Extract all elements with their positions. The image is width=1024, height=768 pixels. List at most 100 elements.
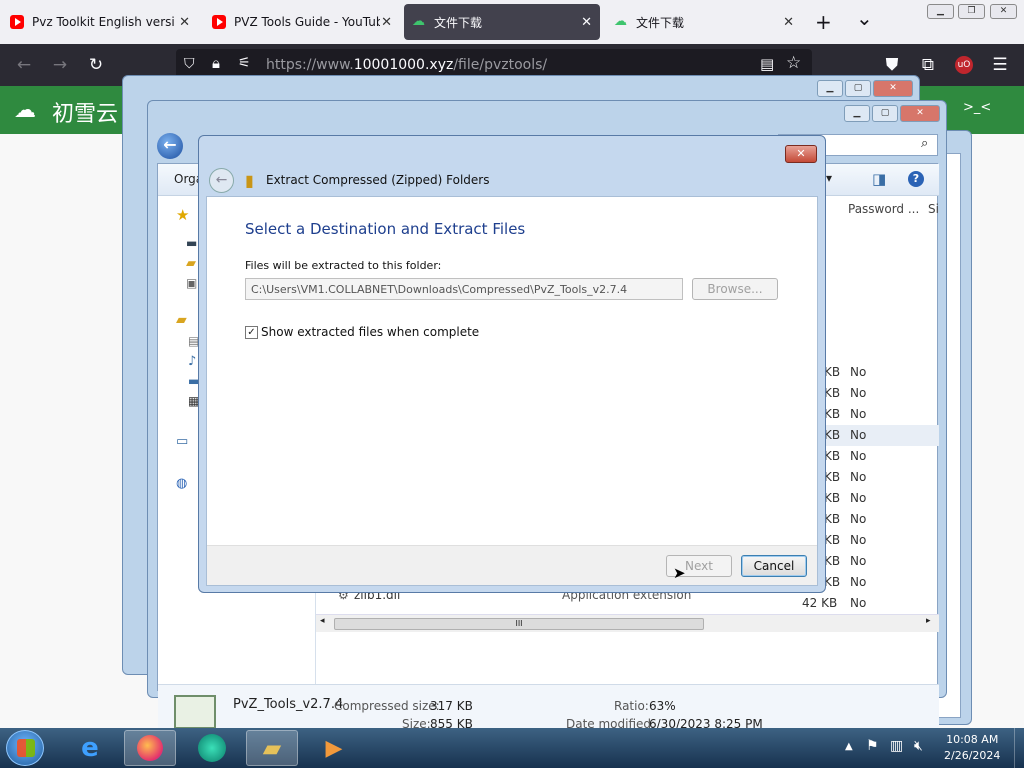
maximize-button[interactable]: ▢ xyxy=(845,80,871,97)
tab-pvz-tools-guide[interactable]: PVZ Tools Guide - YouTube ✕ xyxy=(204,4,400,40)
permissions-icon[interactable]: ⚟ xyxy=(238,55,251,71)
show-hidden-icons[interactable]: ▲ xyxy=(845,741,853,752)
bookmark-star-icon[interactable]: ☆ xyxy=(786,53,801,73)
row-size: KB xyxy=(824,386,841,400)
dialog-title: Extract Compressed (Zipped) Folders xyxy=(266,173,490,187)
row-size: KB xyxy=(824,407,841,421)
wizard-back-icon[interactable]: ← xyxy=(209,168,234,193)
computer-icon[interactable]: ▭ xyxy=(176,434,188,449)
system-clock[interactable]: 10:08 AM 2/26/2024 xyxy=(944,732,1000,764)
windows-logo-icon xyxy=(17,739,35,757)
horizontal-scrollbar[interactable]: ◂ III ▸ xyxy=(316,614,939,632)
back-icon[interactable]: ← xyxy=(12,53,36,77)
menu-icon[interactable]: ☰ xyxy=(988,53,1012,77)
browse-button[interactable]: Browse... xyxy=(692,278,778,300)
lock-icon[interactable]: 🔒︎ xyxy=(212,54,220,72)
close-tab-icon[interactable]: ✕ xyxy=(581,15,592,30)
scroll-thumb[interactable]: III xyxy=(334,618,704,630)
minimize-button[interactable]: ▁ xyxy=(927,4,954,19)
ublock-origin-icon[interactable]: uO xyxy=(955,56,973,74)
reader-view-icon[interactable]: ▤ xyxy=(760,55,774,73)
firefox-icon[interactable] xyxy=(124,730,176,766)
cancel-button[interactable]: Cancel xyxy=(741,555,807,577)
show-desktop-button[interactable] xyxy=(1014,728,1024,768)
extensions-icon[interactable]: ⧉ xyxy=(916,53,940,77)
network-tray-icon[interactable]: ▥ xyxy=(890,738,903,754)
row-size: KB xyxy=(824,512,841,526)
show-files-label[interactable]: Show extracted files when complete xyxy=(261,325,479,339)
shield-icon[interactable]: ⛉ xyxy=(184,56,195,72)
destination-field[interactable]: C:\Users\VM1.COLLABNET\Downloads\Compres… xyxy=(245,278,683,300)
new-tab-button[interactable]: + xyxy=(815,10,832,34)
tab-file-download[interactable]: ☁ 文件下载 ✕ xyxy=(606,4,802,40)
messenger-app-icon[interactable] xyxy=(186,730,238,766)
restore-button[interactable]: ❐ xyxy=(958,4,985,19)
close-tab-icon[interactable]: ✕ xyxy=(783,15,794,30)
forward-icon[interactable]: → xyxy=(48,53,72,77)
details-file-name: PvZ_Tools_v2.7.4 xyxy=(233,697,344,712)
pocket-icon[interactable]: ⛊ xyxy=(880,53,904,77)
minimize-button[interactable]: ▁ xyxy=(844,105,870,122)
close-button[interactable]: ✕ xyxy=(900,105,940,122)
row-password-protected: No xyxy=(850,407,867,421)
file-explorer-icon[interactable]: ▰ xyxy=(246,730,298,766)
row-size: KB xyxy=(824,365,841,379)
destination-label: Files will be extracted to this folder: xyxy=(245,259,442,272)
scroll-left-icon[interactable]: ◂ xyxy=(320,616,325,626)
compressed-size-label: Compressed size: xyxy=(334,699,440,713)
tab-title: PVZ Tools Guide - YouTube xyxy=(234,15,380,29)
row-password-protected: No xyxy=(850,596,867,610)
show-files-checkbox[interactable]: ✓ xyxy=(245,326,258,339)
compressed-size-value: 317 KB xyxy=(430,699,473,713)
clock-time: 10:08 AM xyxy=(946,733,999,746)
dialog-heading: Select a Destination and Extract Files xyxy=(245,220,526,238)
help-icon[interactable]: ? xyxy=(908,171,924,187)
dialog-body: Select a Destination and Extract Files F… xyxy=(206,196,818,586)
row-password-protected: No xyxy=(850,554,867,568)
column-header-size[interactable]: Si xyxy=(928,202,939,216)
back-arrow-icon[interactable]: ← xyxy=(157,133,183,159)
close-window-button[interactable]: ✕ xyxy=(990,4,1017,19)
libraries-icon[interactable]: ▰ xyxy=(176,312,187,328)
close-button[interactable]: ✕ xyxy=(873,80,913,97)
tab-title: Pvz Toolkit English version xyxy=(32,15,174,29)
action-center-flag-icon[interactable]: ⚑ xyxy=(866,738,879,754)
row-size: 42 KB xyxy=(802,596,838,610)
row-password-protected: No xyxy=(850,575,867,589)
tab-pvz-toolkit[interactable]: Pvz Toolkit English version ✕ xyxy=(2,4,198,40)
row-password-protected: No xyxy=(850,386,867,400)
ratio-label: Ratio: xyxy=(614,699,649,713)
row-password-protected: No xyxy=(850,365,867,379)
recent-places-icon[interactable]: ▣ xyxy=(186,276,197,290)
tab-file-download-active[interactable]: ☁ 文件下载 ✕ xyxy=(404,4,600,40)
desktop-icon[interactable]: ▬ xyxy=(186,236,197,250)
favorites-star-icon[interactable]: ★ xyxy=(176,206,189,224)
downloads-folder-icon[interactable]: ▰ xyxy=(186,256,196,271)
close-tab-icon[interactable]: ✕ xyxy=(381,15,392,30)
list-all-tabs-button[interactable]: ⌄ xyxy=(856,6,873,30)
close-icon[interactable]: ✕ xyxy=(785,145,817,163)
preview-pane-icon[interactable]: ◨ xyxy=(872,170,886,188)
clock-date: 2/26/2024 xyxy=(944,749,1001,762)
volume-muted-icon[interactable]: 🔇︎ xyxy=(914,738,923,754)
row-password-protected: No xyxy=(850,512,867,526)
reload-icon[interactable]: ↻ xyxy=(84,53,108,77)
scroll-right-icon[interactable]: ▸ xyxy=(926,616,931,626)
minimize-button[interactable]: ▁ xyxy=(817,80,843,97)
media-player-icon[interactable]: ▶ xyxy=(308,730,360,766)
network-icon[interactable]: ◍ xyxy=(176,476,187,491)
row-size: KB xyxy=(824,449,841,463)
url-text[interactable]: https://www.10001000.xyz/file/pvztools/ xyxy=(266,57,547,73)
column-header-password[interactable]: Password ... xyxy=(848,202,919,216)
maximize-button[interactable]: ▢ xyxy=(872,105,898,122)
row-size: KB xyxy=(824,491,841,505)
row-password-protected: No xyxy=(850,428,867,442)
music-icon[interactable]: ♪ xyxy=(188,354,196,369)
tab-title: 文件下载 xyxy=(434,15,483,30)
close-tab-icon[interactable]: ✕ xyxy=(179,15,190,30)
start-button[interactable] xyxy=(6,730,44,766)
site-brand[interactable]: 初雪云 xyxy=(52,96,118,128)
internet-explorer-icon[interactable]: e xyxy=(64,730,116,766)
row-password-protected: No xyxy=(850,533,867,547)
view-menu-icon[interactable]: ▾ xyxy=(826,171,832,185)
